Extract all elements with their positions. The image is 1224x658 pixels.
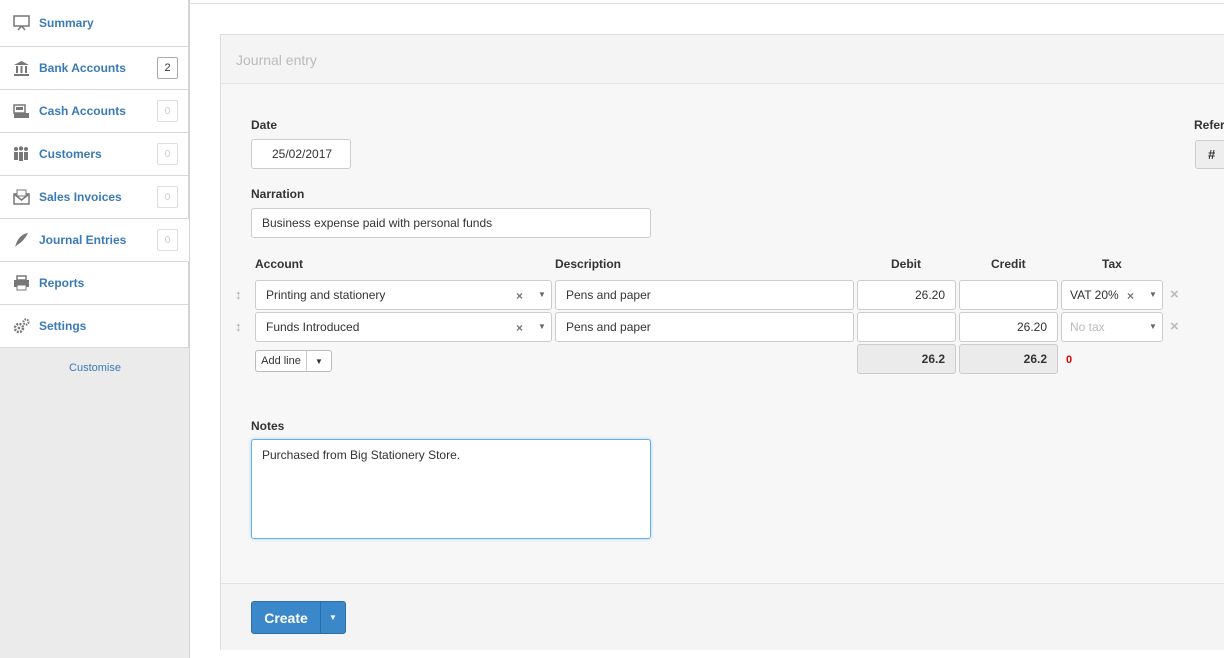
date-field[interactable]: 25/02/2017 bbox=[251, 139, 351, 169]
balance-difference: 0 bbox=[1066, 354, 1073, 366]
sidebar-item-label: Sales Invoices bbox=[39, 190, 122, 204]
account-select-value: Printing and stationery bbox=[266, 288, 386, 302]
sidebar-item-label: Cash Accounts bbox=[39, 104, 126, 118]
envelope-icon bbox=[12, 188, 30, 206]
description-column-header: Description bbox=[555, 257, 622, 271]
customise-link[interactable]: Customise bbox=[0, 362, 190, 374]
sidebar-item-sales-invoices[interactable]: Sales Invoices 0 bbox=[0, 176, 189, 219]
sidebar-item-label: Summary bbox=[39, 16, 94, 30]
tax-select-value: VAT 20% bbox=[1070, 288, 1119, 302]
remove-line-icon[interactable]: × bbox=[1170, 318, 1179, 335]
account-column-header: Account bbox=[255, 257, 303, 271]
total-credit: 26.2 bbox=[959, 344, 1058, 374]
count-badge: 0 bbox=[157, 100, 178, 122]
tax-select-placeholder: No tax bbox=[1070, 320, 1105, 334]
narration-field[interactable]: Business expense paid with personal fund… bbox=[251, 208, 651, 238]
gears-icon bbox=[12, 317, 30, 335]
chevron-down-icon[interactable]: ▼ bbox=[538, 322, 546, 331]
sidebar-item-label: Reports bbox=[39, 276, 85, 290]
total-debit: 26.2 bbox=[857, 344, 956, 374]
sidebar-item-label: Settings bbox=[39, 319, 87, 333]
credit-field[interactable] bbox=[959, 280, 1058, 310]
credit-column-header: Credit bbox=[991, 257, 1026, 271]
drag-handle-icon[interactable]: ↕ bbox=[235, 319, 242, 334]
caret-down-icon[interactable]: ▼ bbox=[321, 602, 345, 633]
people-icon bbox=[12, 145, 30, 163]
sidebar-item-cash-accounts[interactable]: Cash Accounts 0 bbox=[0, 90, 189, 133]
add-line-label: Add line bbox=[256, 351, 307, 371]
create-button-label: Create bbox=[252, 602, 321, 633]
chevron-down-icon[interactable]: ▼ bbox=[1149, 322, 1157, 331]
monitor-icon bbox=[12, 14, 30, 32]
reference-button[interactable]: # bbox=[1195, 140, 1224, 169]
description-field[interactable]: Pens and paper bbox=[555, 280, 854, 310]
sidebar-item-label: Customers bbox=[39, 147, 102, 161]
tax-select[interactable]: VAT 20% bbox=[1061, 280, 1163, 310]
sidebar-item-journal-entries[interactable]: Journal Entries 0 bbox=[0, 219, 189, 262]
drag-handle-icon[interactable]: ↕ bbox=[235, 287, 242, 302]
count-badge: 0 bbox=[157, 229, 178, 251]
account-select[interactable]: Funds Introduced bbox=[255, 312, 552, 342]
clear-icon[interactable]: × bbox=[516, 321, 523, 335]
tax-column-header: Tax bbox=[1102, 257, 1122, 271]
sidebar: Summary Bank Accounts 2 Cash Accounts 0 … bbox=[0, 0, 190, 658]
sidebar-item-summary[interactable]: Summary bbox=[0, 0, 189, 47]
sidebar-item-reports[interactable]: Reports bbox=[0, 262, 189, 305]
quill-icon bbox=[12, 231, 30, 249]
clear-icon[interactable]: × bbox=[516, 289, 523, 303]
journal-entry-panel: Journal entry Date 25/02/2017 Refer # Na… bbox=[220, 34, 1224, 650]
sidebar-item-bank-accounts[interactable]: Bank Accounts 2 bbox=[0, 47, 189, 90]
date-label: Date bbox=[251, 118, 278, 132]
caret-down-icon[interactable]: ▼ bbox=[307, 351, 331, 371]
chevron-down-icon[interactable]: ▼ bbox=[1149, 290, 1157, 299]
description-field[interactable]: Pens and paper bbox=[555, 312, 854, 342]
debit-field[interactable]: 26.20 bbox=[857, 280, 956, 310]
credit-field[interactable]: 26.20 bbox=[959, 312, 1058, 342]
count-badge: 0 bbox=[157, 143, 178, 165]
debit-column-header: Debit bbox=[891, 257, 921, 271]
top-divider bbox=[190, 3, 1224, 4]
account-select[interactable]: Printing and stationery bbox=[255, 280, 552, 310]
count-badge: 0 bbox=[157, 186, 178, 208]
clear-icon[interactable]: × bbox=[1127, 289, 1134, 303]
add-line-button[interactable]: Add line ▼ bbox=[255, 350, 332, 372]
sidebar-item-label: Journal Entries bbox=[39, 233, 127, 247]
narration-label: Narration bbox=[251, 187, 305, 201]
debit-field[interactable] bbox=[857, 312, 956, 342]
bank-icon bbox=[12, 59, 30, 77]
cash-register-icon bbox=[12, 102, 30, 120]
sidebar-item-label: Bank Accounts bbox=[39, 61, 126, 75]
tax-select[interactable]: No tax bbox=[1061, 312, 1163, 342]
account-select-value: Funds Introduced bbox=[266, 320, 360, 334]
printer-icon bbox=[12, 274, 30, 292]
notes-textarea[interactable]: Purchased from Big Stationery Store. bbox=[251, 439, 651, 539]
create-button[interactable]: Create ▼ bbox=[251, 601, 346, 634]
count-badge: 2 bbox=[157, 57, 178, 79]
sidebar-item-customers[interactable]: Customers 0 bbox=[0, 133, 189, 176]
panel-title: Journal entry bbox=[221, 35, 1224, 84]
sidebar-item-settings[interactable]: Settings bbox=[0, 305, 189, 348]
chevron-down-icon[interactable]: ▼ bbox=[538, 290, 546, 299]
notes-label: Notes bbox=[251, 419, 285, 433]
remove-line-icon[interactable]: × bbox=[1170, 286, 1179, 303]
form-footer: Create ▼ bbox=[221, 583, 1224, 650]
reference-label: Refer bbox=[1194, 118, 1224, 132]
